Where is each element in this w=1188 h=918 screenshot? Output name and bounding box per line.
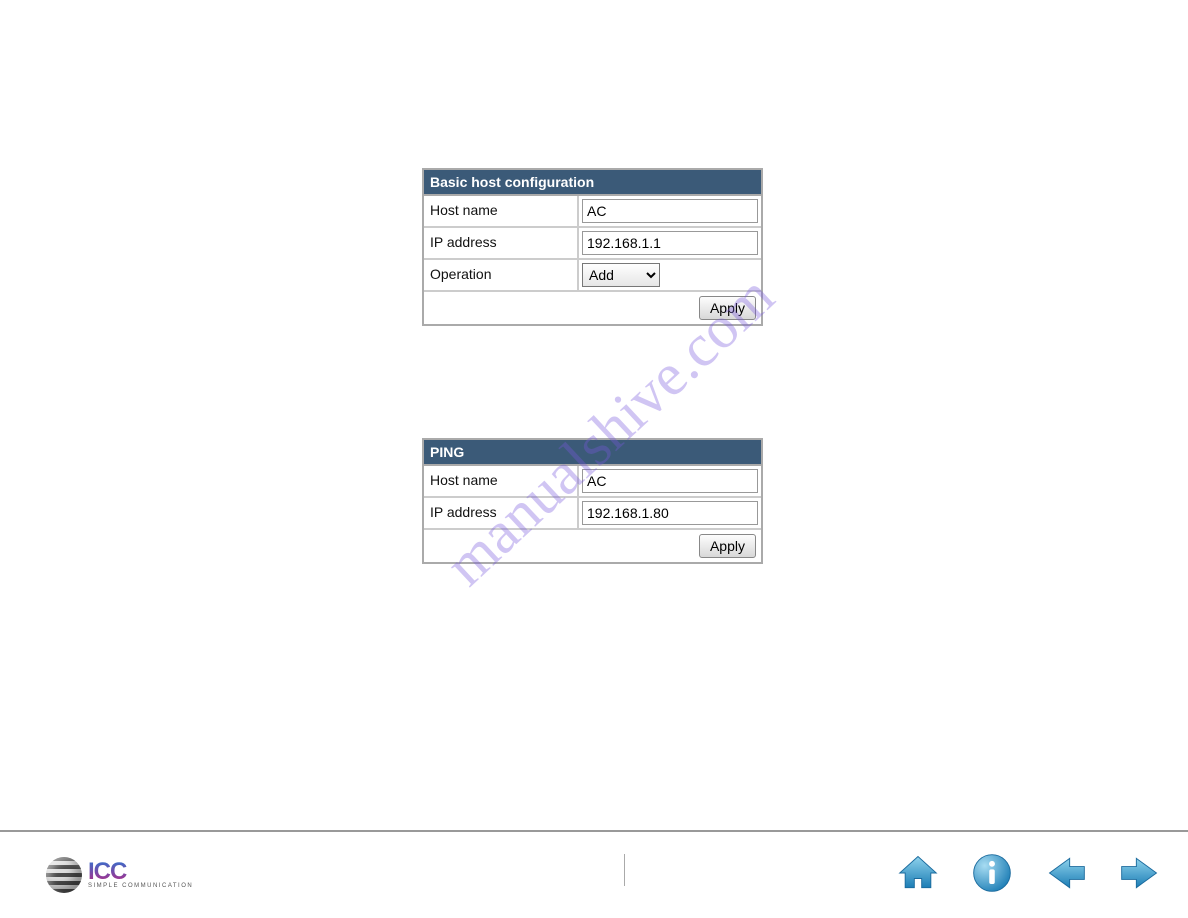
ping-panel: PING Host name IP address Apply [422,438,763,564]
footer-nav-icons [896,851,1162,900]
row-ip-address: IP address [424,498,761,530]
ip-address-input[interactable] [582,501,758,525]
basic-host-config-panel: Basic host configuration Host name IP ad… [422,168,763,326]
footer-bar: ICC SIMPLE COMMUNICATION [0,830,1188,918]
host-name-input[interactable] [582,199,758,223]
logo-subtext: SIMPLE COMMUNICATION [88,883,193,889]
arrow-right-icon[interactable] [1118,851,1162,900]
apply-button[interactable]: Apply [699,296,756,320]
operation-select[interactable]: Add [582,263,660,287]
host-name-label: Host name [424,466,579,496]
ip-address-label: IP address [424,498,579,528]
ip-address-input[interactable] [582,231,758,255]
home-icon[interactable] [896,851,940,900]
row-host-name: Host name [424,466,761,498]
panel-title: Basic host configuration [424,170,761,196]
logo-sphere-icon [46,857,82,893]
logo: ICC SIMPLE COMMUNICATION [46,857,193,893]
row-ip-address: IP address [424,228,761,260]
operation-label: Operation [424,260,579,290]
footer-divider [624,854,625,886]
page-content: manualshive.com Basic host configuration… [0,0,1188,830]
row-operation: Operation Add [424,260,761,292]
ip-address-label: IP address [424,228,579,258]
arrow-left-icon[interactable] [1044,851,1088,900]
logo-text: ICC [88,861,193,883]
apply-button[interactable]: Apply [699,534,756,558]
info-icon[interactable] [970,851,1014,900]
row-host-name: Host name [424,196,761,228]
host-name-label: Host name [424,196,579,226]
host-name-input[interactable] [582,469,758,493]
panel-title: PING [424,440,761,466]
